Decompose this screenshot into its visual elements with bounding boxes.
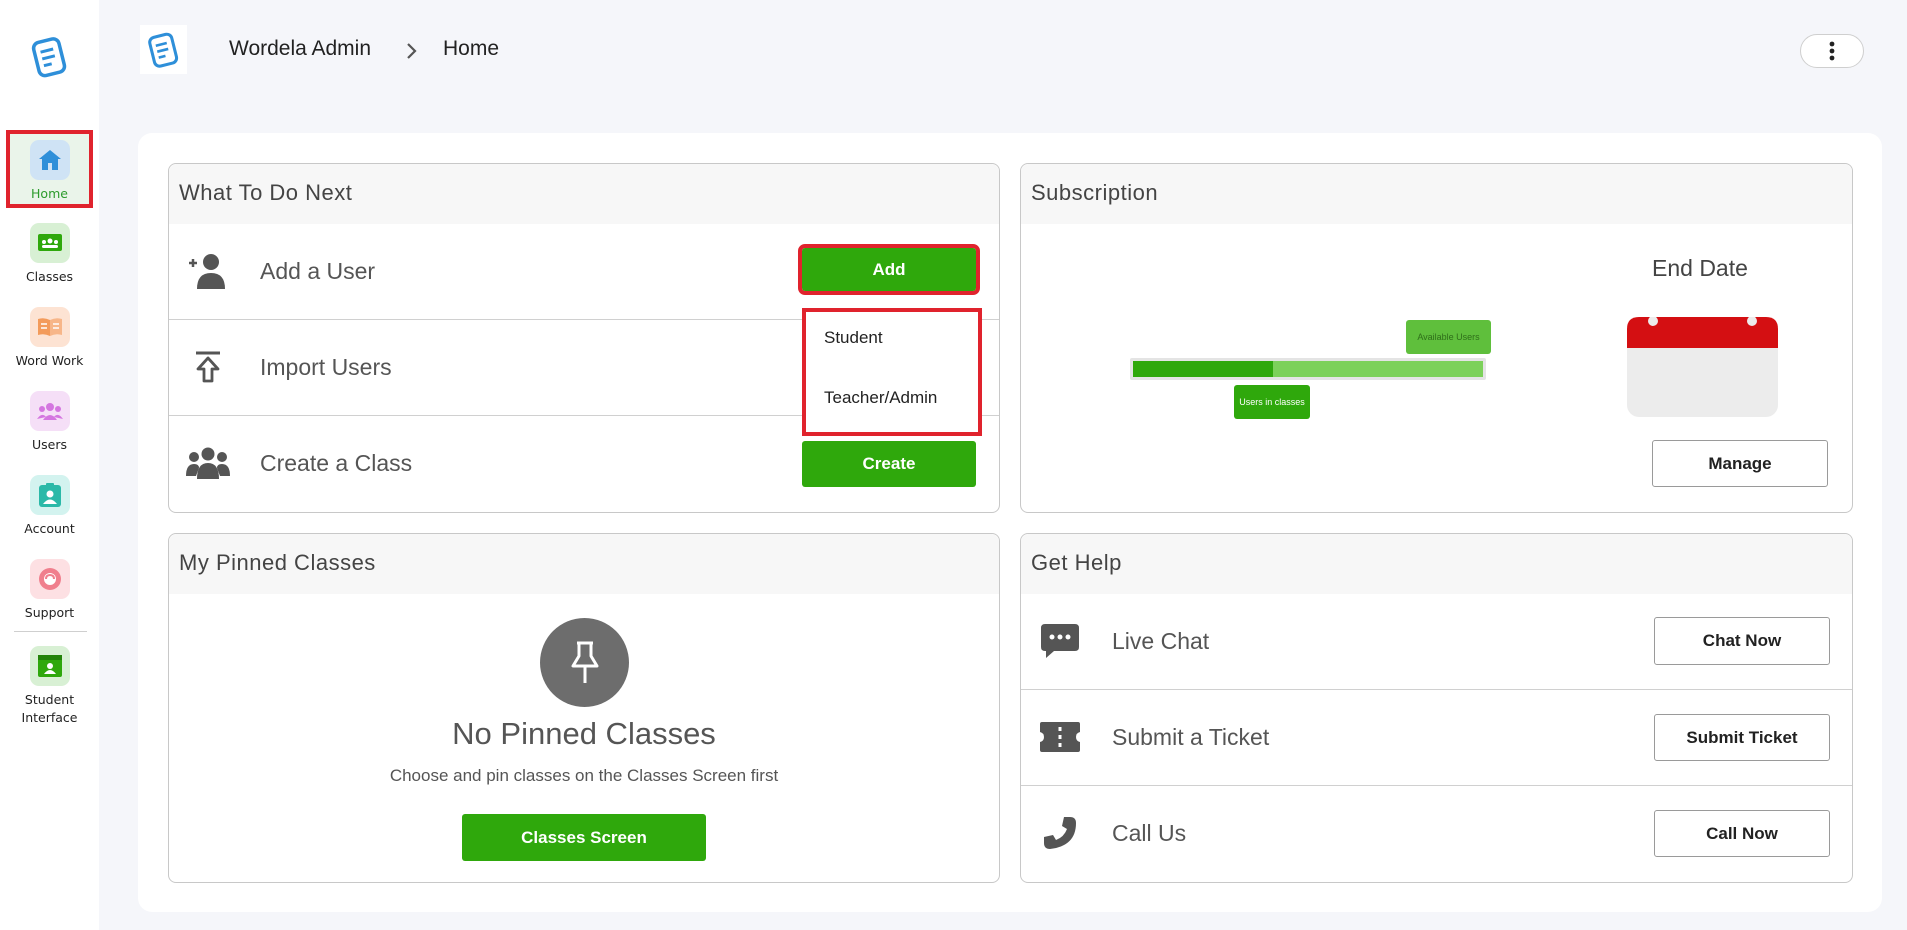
breadcrumb-current-page: Home	[443, 37, 500, 60]
sidebar-item-home[interactable]: Home	[6, 130, 93, 208]
todo-card-title: What To Do Next	[169, 164, 999, 224]
add-user-dropdown-menu: Student Teacher/Admin	[802, 308, 982, 436]
more-options-button[interactable]	[1800, 34, 1864, 68]
help-card-title: Get Help	[1021, 534, 1852, 594]
help-row-label: Call Us	[1112, 820, 1187, 846]
sidebar-item-label: Users	[31, 437, 67, 452]
sidebar-item-label: Support	[24, 605, 75, 620]
header-logo-icon	[140, 25, 187, 74]
student-interface-icon	[29, 646, 70, 686]
book-icon	[29, 307, 70, 347]
help-row-label: Live Chat	[1112, 628, 1210, 654]
sidebar-item-users[interactable]: Users	[6, 381, 93, 461]
sidebar-item-word-work[interactable]: Word Work	[6, 297, 93, 377]
calendar-icon	[1627, 316, 1778, 417]
chat-now-button[interactable]: Chat Now	[1654, 617, 1830, 665]
users-in-classes-label: Users in classes	[1239, 397, 1305, 407]
phone-icon	[1037, 813, 1083, 853]
submit-ticket-button[interactable]: Submit Ticket	[1654, 714, 1830, 761]
menu-item-teacher-admin[interactable]: Teacher/Admin	[824, 388, 937, 408]
help-row-label: Submit a Ticket	[1112, 724, 1270, 750]
available-users-label: Available Users	[1417, 332, 1480, 342]
users-progress-bar	[1130, 358, 1486, 380]
todo-row-label: Import Users	[260, 354, 392, 380]
sidebar-item-label: Word Work	[15, 353, 84, 368]
add-user-button[interactable]: Add	[798, 244, 980, 295]
support-icon	[29, 559, 70, 599]
group-icon	[185, 443, 231, 483]
users-in-classes-fill	[1133, 361, 1273, 377]
sidebar-item-classes[interactable]: Classes	[6, 213, 93, 293]
subscription-card-title: Subscription	[1021, 164, 1852, 224]
chat-bubble-icon	[1037, 621, 1083, 661]
available-users-tooltip: Available Users	[1406, 320, 1491, 354]
no-pinned-text: Choose and pin classes on the Classes Sc…	[389, 766, 779, 785]
chevron-right-icon	[403, 40, 421, 62]
sidebar-item-label: Home	[31, 186, 68, 201]
manage-subscription-button[interactable]: Manage	[1652, 440, 1828, 487]
todo-row-label: Create a Class	[260, 450, 413, 476]
sidebar-item-student-interface[interactable]: Student Interface	[6, 636, 93, 731]
sidebar: Home Classes Word Work Users Account Sup…	[0, 0, 99, 930]
ticket-icon	[1037, 717, 1083, 757]
todo-row-label: Add a User	[260, 258, 376, 284]
add-user-icon	[185, 251, 231, 291]
sidebar-item-label: Classes	[25, 269, 74, 284]
classes-icon	[29, 223, 70, 263]
sidebar-item-support[interactable]: Support	[6, 549, 93, 629]
upload-icon	[185, 347, 231, 387]
users-in-classes-tooltip: Users in classes	[1234, 385, 1310, 419]
wordela-logo-icon[interactable]	[27, 33, 73, 81]
sidebar-item-account[interactable]: Account	[6, 465, 93, 545]
call-now-button[interactable]: Call Now	[1654, 810, 1830, 857]
menu-item-student[interactable]: Student	[824, 328, 883, 348]
breadcrumb-app-title[interactable]: Wordela Admin	[229, 37, 371, 61]
sidebar-item-label: Student Interface	[21, 692, 78, 725]
pin-icon	[540, 618, 629, 707]
create-class-button[interactable]: Create	[802, 441, 976, 487]
end-date-label: End Date	[1652, 255, 1748, 281]
pinned-card-title: My Pinned Classes	[169, 534, 999, 594]
sidebar-item-label: Account	[24, 521, 75, 536]
kebab-menu-icon	[1829, 41, 1835, 61]
users-icon	[29, 391, 70, 431]
classes-screen-button[interactable]: Classes Screen	[462, 814, 706, 861]
no-pinned-title: No Pinned Classes	[452, 716, 716, 751]
sidebar-divider	[14, 631, 87, 632]
account-icon	[29, 475, 70, 515]
home-icon	[29, 140, 70, 180]
